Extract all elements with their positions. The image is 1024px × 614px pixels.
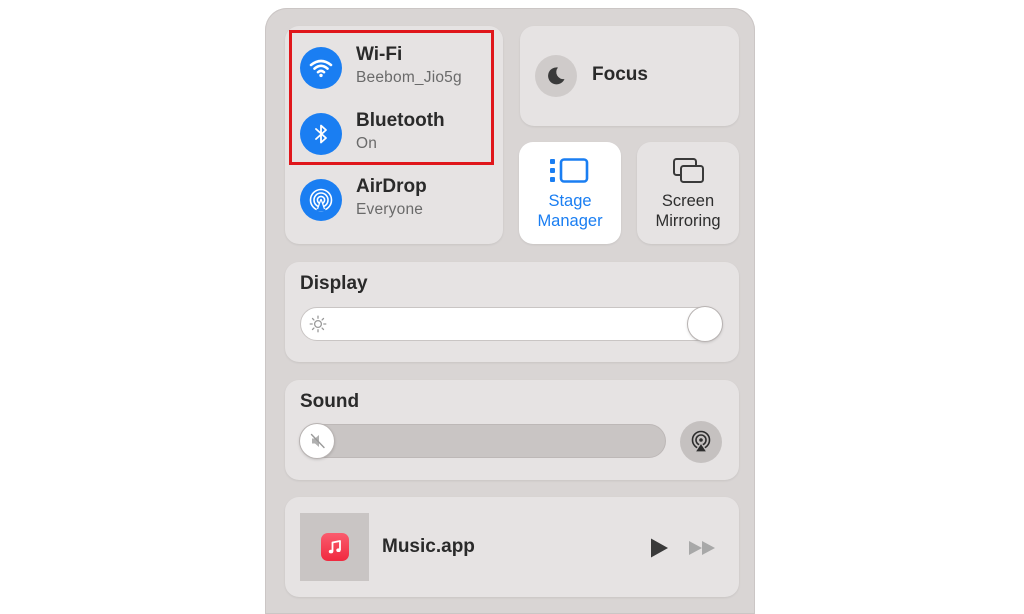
speaker-muted-icon (309, 432, 327, 450)
play-button[interactable] (647, 536, 671, 560)
wifi-label: Wi-Fi (356, 44, 403, 65)
screen-mirroring-icon (672, 157, 706, 185)
fast-forward-button[interactable] (688, 538, 718, 558)
bluetooth-toggle[interactable]: Bluetooth On (300, 110, 490, 158)
fast-forward-icon (689, 541, 715, 555)
wifi-toggle[interactable]: Wi-Fi Beebom_Jio5g (300, 44, 490, 92)
airdrop-icon (300, 179, 342, 221)
screen-mirroring-label-line1: Screen (661, 192, 715, 210)
bluetooth-status: On (356, 135, 378, 152)
moon-icon (535, 55, 577, 97)
music-note-icon (320, 533, 349, 561)
stage-manager-label: Stage Manager (519, 191, 621, 231)
sound-title: Sound (300, 391, 360, 412)
focus-label: Focus (592, 64, 648, 85)
play-icon (651, 538, 668, 558)
stage-manager-label-line1: Stage (548, 192, 592, 210)
screen-mirroring-label-line2: Mirroring (655, 212, 721, 230)
sun-icon (309, 315, 327, 333)
brightness-slider[interactable] (300, 307, 722, 341)
wifi-icon (300, 47, 342, 89)
volume-slider[interactable] (300, 424, 666, 458)
now-playing-app-name: Music.app (382, 536, 475, 557)
stage-manager-label-line2: Manager (537, 212, 603, 230)
screen-mirroring-label: Screen Mirroring (637, 191, 739, 231)
wifi-network-name: Beebom_Jio5g (356, 69, 462, 86)
display-title: Display (300, 273, 368, 294)
bluetooth-label: Bluetooth (356, 110, 445, 131)
airplay-audio-button[interactable] (680, 421, 722, 463)
airdrop-toggle[interactable]: AirDrop Everyone (300, 176, 490, 224)
bluetooth-icon (300, 113, 342, 155)
airplay-audio-icon (691, 430, 711, 453)
album-artwork[interactable] (300, 513, 369, 581)
airdrop-label: AirDrop (356, 176, 427, 197)
airdrop-status: Everyone (356, 201, 424, 218)
brightness-slider-knob[interactable] (688, 307, 722, 341)
stage-manager-icon (550, 158, 590, 184)
